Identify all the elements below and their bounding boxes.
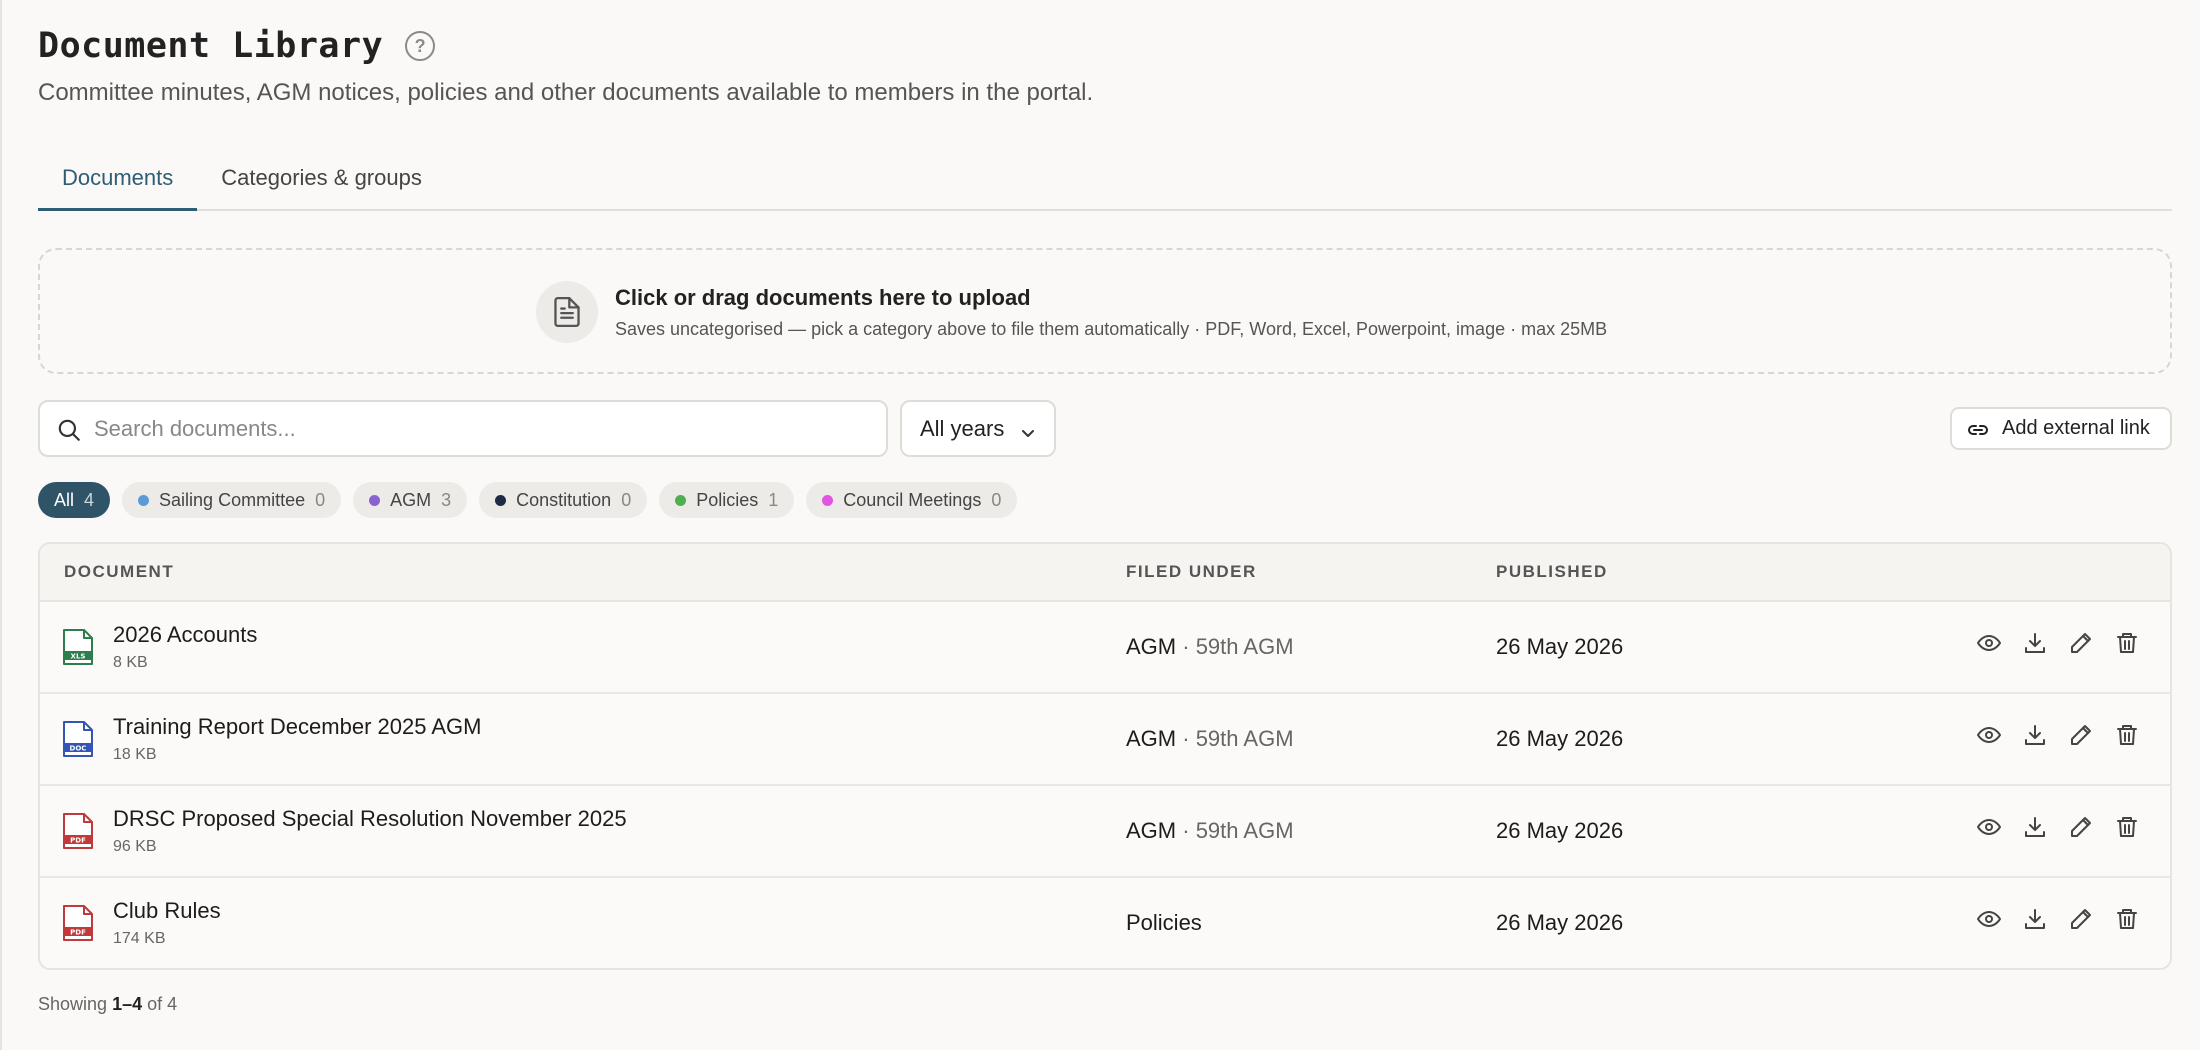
document-size: 8 KB: [113, 654, 148, 671]
svg-text:DOC: DOC: [70, 745, 87, 753]
column-header-filed-under[interactable]: FILED UNDER: [1126, 562, 1257, 582]
pdf-file-icon: PDF: [62, 812, 94, 855]
chip-label: Sailing Committee: [159, 489, 306, 510]
chip-all[interactable]: All 4: [38, 482, 111, 518]
chip-label: Constitution: [516, 489, 612, 510]
trash-icon[interactable]: [2114, 722, 2140, 748]
category-dot: [822, 494, 834, 506]
svg-text:PDF: PDF: [70, 837, 86, 845]
published-date: 26 May 2026: [1496, 910, 1624, 935]
row-actions: [1976, 906, 2140, 932]
chip-label: All: [54, 489, 75, 510]
chip-council-meetings[interactable]: Council Meetings 0: [806, 482, 1018, 518]
chip-sailing-committee[interactable]: Sailing Committee 0: [122, 482, 342, 518]
chip-count: 3: [441, 489, 452, 510]
chip-count: 0: [621, 489, 632, 510]
documents-table: DOCUMENT FILED UNDER PUBLISHED XLS 2026 …: [38, 542, 2172, 970]
document-size: 18 KB: [113, 746, 157, 763]
svg-text:XLS: XLS: [71, 653, 86, 661]
filed-under: AGM · 59th AGM: [1126, 818, 1294, 843]
published-date: 26 May 2026: [1496, 726, 1624, 751]
tab-bar: Documents Categories & groups: [38, 150, 2172, 211]
eye-icon[interactable]: [1976, 722, 2002, 748]
pencil-icon[interactable]: [2068, 814, 2094, 840]
title-row: Document Library ?: [38, 26, 436, 66]
table-row[interactable]: PDF DRSC Proposed Special Resolution Nov…: [40, 786, 2170, 878]
category-dot: [495, 494, 507, 506]
document-name-link[interactable]: DRSC Proposed Special Resolution Novembe…: [113, 806, 627, 832]
tab-documents[interactable]: Documents: [38, 150, 198, 211]
chip-label: AGM: [390, 489, 432, 510]
link-icon: [1966, 420, 1990, 446]
eye-icon[interactable]: [1976, 814, 2002, 840]
column-header-document[interactable]: DOCUMENT: [64, 562, 174, 582]
question-circle-icon[interactable]: ?: [405, 31, 436, 61]
eye-icon[interactable]: [1976, 906, 2002, 932]
tab-categories-groups[interactable]: Categories & groups: [197, 150, 446, 211]
year-filter-value: All years: [920, 415, 1005, 441]
column-header-published[interactable]: PUBLISHED: [1496, 562, 1608, 582]
search-icon: [56, 417, 82, 448]
category-dot: [138, 494, 150, 506]
search-input[interactable]: [94, 410, 874, 448]
chevron-down-icon: [1020, 421, 1036, 447]
table-row[interactable]: DOC Training Report December 2025 AGM 18…: [40, 694, 2170, 786]
chip-agm[interactable]: AGM 3: [353, 482, 468, 518]
document-name-link[interactable]: Training Report December 2025 AGM: [113, 714, 481, 740]
pdf-file-icon: PDF: [62, 904, 94, 947]
trash-icon[interactable]: [2114, 906, 2140, 932]
xls-file-icon: XLS: [62, 628, 94, 671]
pencil-icon[interactable]: [2068, 906, 2094, 932]
category-chips: All 4 Sailing Committee 0 AGM 3 Constitu…: [38, 482, 1018, 518]
add-external-link-label: Add external link: [2002, 417, 2150, 439]
svg-text:PDF: PDF: [70, 929, 86, 937]
upload-title: Click or drag documents here to upload: [615, 285, 1031, 310]
download-icon[interactable]: [2022, 814, 2048, 840]
upload-dropzone[interactable]: Click or drag documents here to upload S…: [38, 248, 2172, 374]
table-header: DOCUMENT FILED UNDER PUBLISHED: [40, 544, 2170, 602]
chip-label: Council Meetings: [843, 489, 982, 510]
download-icon[interactable]: [2022, 906, 2048, 932]
row-actions: [1976, 722, 2140, 748]
trash-icon[interactable]: [2114, 630, 2140, 656]
row-actions: [1976, 814, 2140, 840]
add-external-link-button[interactable]: Add external link: [1950, 407, 2172, 450]
document-name-link[interactable]: 2026 Accounts: [113, 622, 257, 648]
table-row[interactable]: XLS 2026 Accounts 8 KB AGM · 59th AGM 26…: [40, 602, 2170, 694]
chip-count: 4: [84, 489, 95, 510]
table-row[interactable]: PDF Club Rules 174 KB Policies 26 May 20…: [40, 878, 2170, 968]
pencil-icon[interactable]: [2068, 722, 2094, 748]
search-box: [38, 400, 888, 457]
chip-constitution[interactable]: Constitution 0: [479, 482, 648, 518]
page-subtitle: Committee minutes, AGM notices, policies…: [38, 79, 1094, 106]
chip-count: 0: [315, 489, 326, 510]
upload-subtitle: Saves uncategorised — pick a category ab…: [615, 319, 1608, 339]
chip-count: 1: [768, 489, 779, 510]
document-size: 96 KB: [113, 838, 157, 855]
doc-file-icon: DOC: [62, 720, 94, 763]
pencil-icon[interactable]: [2068, 630, 2094, 656]
page-title: Document Library: [38, 26, 384, 66]
year-filter-select[interactable]: All years: [900, 400, 1056, 457]
category-dot: [675, 494, 687, 506]
eye-icon[interactable]: [1976, 630, 2002, 656]
category-dot: [369, 494, 381, 506]
published-date: 26 May 2026: [1496, 634, 1624, 659]
document-icon: [536, 281, 598, 343]
trash-icon[interactable]: [2114, 814, 2140, 840]
chip-label: Policies: [696, 489, 759, 510]
download-icon[interactable]: [2022, 630, 2048, 656]
filed-under: Policies: [1126, 910, 1202, 935]
chip-count: 0: [991, 489, 1002, 510]
download-icon[interactable]: [2022, 722, 2048, 748]
chip-policies[interactable]: Policies 1: [659, 482, 795, 518]
document-size: 174 KB: [113, 930, 166, 947]
row-actions: [1976, 630, 2140, 656]
published-date: 26 May 2026: [1496, 818, 1624, 843]
filed-under: AGM · 59th AGM: [1126, 634, 1294, 659]
filed-under: AGM · 59th AGM: [1126, 726, 1294, 751]
pagination-summary: Showing 1–4 of 4: [38, 994, 178, 1014]
document-name-link[interactable]: Club Rules: [113, 898, 221, 924]
